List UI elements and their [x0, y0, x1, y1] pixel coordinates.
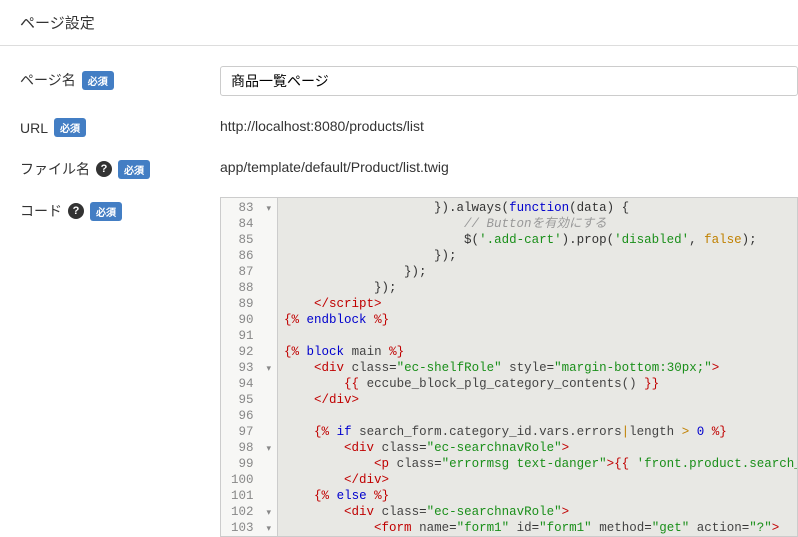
code-line[interactable]: // Buttonを有効にする: [284, 216, 797, 232]
code-gutter: 83 ▾84 85 86 87 88 89 90 91 92 93 ▾94 95…: [221, 198, 278, 536]
code-line[interactable]: {% block main %}: [284, 344, 797, 360]
gutter-line: 86: [231, 248, 271, 264]
code-line[interactable]: });: [284, 264, 797, 280]
value-page-name: [220, 66, 798, 96]
row-file-name: ファイル名 ? 必須 app/template/default/Product/…: [20, 155, 798, 179]
code-area[interactable]: }).always(function(data) { // Buttonを有効に…: [278, 198, 797, 536]
label-text: コード: [20, 201, 62, 221]
gutter-line: 103 ▾: [231, 520, 271, 536]
code-line[interactable]: <div class="ec-shelfRole" style="margin-…: [284, 360, 797, 376]
code-line[interactable]: </div>: [284, 392, 797, 408]
code-line[interactable]: </div>: [284, 472, 797, 488]
code-line[interactable]: {% endblock %}: [284, 312, 797, 328]
label-text: ファイル名: [20, 159, 90, 179]
gutter-line: 85: [231, 232, 271, 248]
code-editor[interactable]: 83 ▾84 85 86 87 88 89 90 91 92 93 ▾94 95…: [220, 197, 798, 537]
code-line[interactable]: <form name="form1" id="form1" method="ge…: [284, 520, 797, 536]
code-line[interactable]: });: [284, 248, 797, 264]
label-url: URL 必須: [20, 114, 220, 137]
code-line[interactable]: {% else %}: [284, 488, 797, 504]
code-line[interactable]: [284, 408, 797, 424]
gutter-line: 89: [231, 296, 271, 312]
url-value: http://localhost:8080/products/list: [220, 114, 798, 134]
code-line[interactable]: [284, 328, 797, 344]
label-text: URL: [20, 120, 48, 136]
row-page-name: ページ名 必須: [20, 66, 798, 96]
gutter-line: 83 ▾: [231, 200, 271, 216]
gutter-line: 95: [231, 392, 271, 408]
gutter-line: 84: [231, 216, 271, 232]
label-code: コード ? 必須: [20, 197, 220, 221]
label-page-name: ページ名 必須: [20, 66, 220, 90]
fold-arrow-icon[interactable]: ▾: [261, 361, 271, 377]
code-editor-wrap: 83 ▾84 85 86 87 88 89 90 91 92 93 ▾94 95…: [220, 197, 798, 537]
required-badge: 必須: [82, 71, 114, 90]
code-line[interactable]: <div class="ec-searchnavRole">: [284, 440, 797, 456]
code-line[interactable]: <p class="errormsg text-danger">{{ 'fron…: [284, 456, 797, 472]
code-line[interactable]: {% if search_form.category_id.vars.error…: [284, 424, 797, 440]
help-icon[interactable]: ?: [68, 203, 84, 219]
gutter-line: 101: [231, 488, 271, 504]
form-content: ページ名 必須 URL 必須 http://localhost:8080/pro…: [0, 46, 798, 537]
page-title: ページ設定: [20, 15, 95, 32]
page-name-input[interactable]: [220, 66, 798, 96]
required-badge: 必須: [90, 202, 122, 221]
gutter-line: 97: [231, 424, 271, 440]
code-line[interactable]: }).always(function(data) {: [284, 200, 797, 216]
label-file-name: ファイル名 ? 必須: [20, 155, 220, 179]
gutter-line: 92: [231, 344, 271, 360]
gutter-line: 98 ▾: [231, 440, 271, 456]
gutter-line: 94: [231, 376, 271, 392]
gutter-line: 96: [231, 408, 271, 424]
gutter-line: 88: [231, 280, 271, 296]
row-url: URL 必須 http://localhost:8080/products/li…: [20, 114, 798, 137]
file-name-value: app/template/default/Product/list.twig: [220, 155, 798, 175]
help-icon[interactable]: ?: [96, 161, 112, 177]
required-badge: 必須: [118, 160, 150, 179]
gutter-line: 102 ▾: [231, 504, 271, 520]
gutter-line: 99: [231, 456, 271, 472]
fold-arrow-icon[interactable]: ▾: [261, 201, 271, 217]
code-line[interactable]: </script>: [284, 296, 797, 312]
row-code: コード ? 必須 83 ▾84 85 86 87 88 89 90 91 92 …: [20, 197, 798, 537]
code-line[interactable]: $('.add-cart').prop('disabled', false);: [284, 232, 797, 248]
gutter-line: 100: [231, 472, 271, 488]
fold-arrow-icon[interactable]: ▾: [261, 505, 271, 521]
required-badge: 必須: [54, 118, 86, 137]
gutter-line: 93 ▾: [231, 360, 271, 376]
gutter-line: 87: [231, 264, 271, 280]
fold-arrow-icon[interactable]: ▾: [261, 521, 271, 537]
fold-arrow-icon[interactable]: ▾: [261, 441, 271, 457]
page-header: ページ設定: [0, 0, 798, 46]
gutter-line: 90: [231, 312, 271, 328]
code-line[interactable]: {{ eccube_block_plg_category_contents() …: [284, 376, 797, 392]
gutter-line: 91: [231, 328, 271, 344]
code-line[interactable]: <div class="ec-searchnavRole">: [284, 504, 797, 520]
label-text: ページ名: [20, 70, 76, 90]
code-line[interactable]: });: [284, 280, 797, 296]
